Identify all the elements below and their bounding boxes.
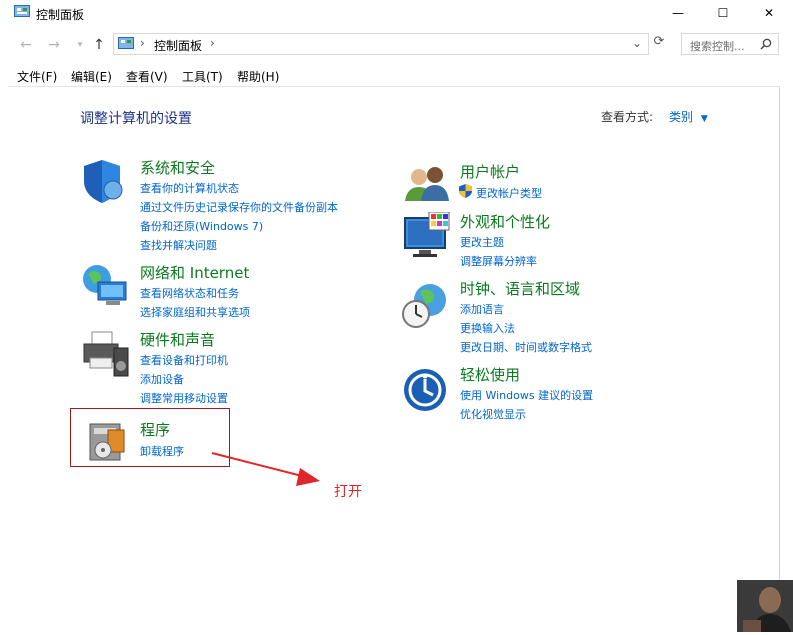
avatar (737, 580, 793, 632)
annotation-label: 打开 (334, 484, 362, 500)
annotation-arrow (211, 452, 320, 486)
person-photo-icon (737, 580, 793, 632)
